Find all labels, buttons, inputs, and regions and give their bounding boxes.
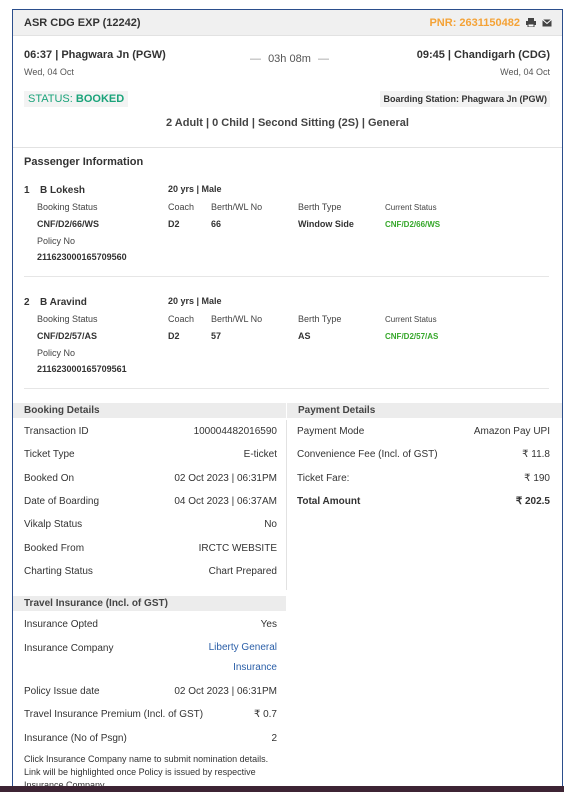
insurance-company-link[interactable]: Liberty General Insurance xyxy=(209,638,277,678)
booked-from-value: IRCTC WEBSITE xyxy=(198,543,277,554)
insurance-psgn-value: 2 xyxy=(271,733,277,744)
berth-no-value: 66 xyxy=(211,219,222,229)
passenger-name: B Aravind xyxy=(40,297,87,308)
berth-no-label: Berth/WL No xyxy=(211,314,263,324)
policy-no-label: Policy No xyxy=(37,348,76,358)
boarding-station: Boarding Station: Phagwara Jn (PGW) xyxy=(380,91,550,107)
departure-date: Wed, 04 Oct xyxy=(24,67,74,77)
berth-type-value: AS xyxy=(298,331,311,341)
berth-type-label: Berth Type xyxy=(298,202,342,212)
status-value: BOOKED xyxy=(75,93,125,105)
journey-duration: — 03h 08m — xyxy=(250,53,329,65)
arrival-time-station: 09:45 | Chandigarh (CDG) xyxy=(416,49,550,61)
policy-issue-date-value: 02 Oct 2023 | 06:31PM xyxy=(174,686,277,697)
payment-mode-value: Amazon Pay UPI xyxy=(473,426,550,437)
passenger-age-gender: 20 yrs | Male xyxy=(168,296,222,306)
policy-no-label: Policy No xyxy=(37,236,76,246)
passenger-divider xyxy=(24,276,549,277)
charting-status-label: Charting Status xyxy=(24,566,93,577)
boarding-date-value: 04 Oct 2023 | 06:37AM xyxy=(174,496,277,507)
payment-mode-label: Payment Mode xyxy=(297,426,365,437)
booking-status-value: CNF/D2/57/AS xyxy=(37,331,98,341)
bottom-bar xyxy=(0,786,564,792)
boarding-date-label: Date of Boarding xyxy=(24,496,100,507)
policy-no-value: 211623000165709561 xyxy=(37,364,127,374)
booking-status-value: CNF/D2/66/WS xyxy=(37,219,100,229)
booking-status-badge: STATUS: BOOKED xyxy=(24,91,128,107)
convenience-fee-label: Convenience Fee (Incl. of GST) xyxy=(297,449,438,460)
berth-type-label: Berth Type xyxy=(298,314,342,324)
ticket-fare-value: ₹ 190 xyxy=(524,473,550,484)
ticket-header: ASR CDG EXP (12242) PNR: 2631150482 xyxy=(13,10,562,36)
coach-label: Coach xyxy=(168,314,195,324)
duration-text: 03h 08m xyxy=(268,53,311,65)
current-status-value: CNF/D2/66/WS xyxy=(385,220,441,229)
current-status-value: CNF/D2/57/AS xyxy=(385,332,439,341)
pnr-area: PNR: 2631150482 xyxy=(429,17,552,29)
envelope-icon[interactable] xyxy=(542,18,552,27)
journey-summary: 06:37 | Phagwara Jn (PGW) Wed, 04 Oct — … xyxy=(13,36,562,82)
train-name: ASR CDG EXP (12242) xyxy=(24,16,141,29)
booking-status-label: Booking Status xyxy=(37,202,98,212)
departure-time-station: 06:37 | Phagwara Jn (PGW) xyxy=(24,49,166,61)
charting-status-value: Chart Prepared xyxy=(208,566,277,577)
insurance-opted-label: Insurance Opted xyxy=(24,619,98,630)
insurance-premium-label: Travel Insurance Premium (Incl. of GST) xyxy=(24,709,204,720)
status-row: STATUS: BOOKED Boarding Station: Phagwar… xyxy=(13,82,562,148)
insurance-psgn-label: Insurance (No of Psgn) xyxy=(24,733,127,744)
convenience-fee-value: ₹ 11.8 xyxy=(522,449,550,460)
current-status-label: Current Status xyxy=(385,315,437,324)
insurance-company-label: Insurance Company xyxy=(24,643,114,654)
passenger-number: 2 xyxy=(24,297,30,308)
passenger-divider xyxy=(24,388,549,389)
berth-no-label: Berth/WL No xyxy=(211,202,263,212)
current-status-label: Current Status xyxy=(385,203,437,212)
pnr-number: 2631150482 xyxy=(459,16,520,29)
insurance-company-line1[interactable]: Liberty General xyxy=(209,642,277,653)
transaction-id-value: 100004482016590 xyxy=(193,426,277,437)
coach-value: D2 xyxy=(168,331,180,341)
vikalp-status-value: No xyxy=(264,519,277,530)
vikalp-status-label: Vikalp Status xyxy=(24,519,83,530)
booking-details-header: Booking Details xyxy=(13,403,286,418)
insurance-company-line2[interactable]: Insurance xyxy=(233,662,277,673)
policy-issue-date-label: Policy Issue date xyxy=(24,686,100,697)
booked-on-value: 02 Oct 2023 | 06:31PM xyxy=(174,473,277,484)
transaction-id-label: Transaction ID xyxy=(24,426,89,437)
pnr-text: PNR: 2631150482 xyxy=(429,17,520,29)
travel-insurance-header: Travel Insurance (Incl. of GST) xyxy=(13,596,286,611)
passenger-info-title: Passenger Information xyxy=(24,156,144,168)
status-label: STATUS: xyxy=(28,93,73,105)
insurance-premium-value: ₹ 0.7 xyxy=(253,709,277,720)
insurance-opted-value: Yes xyxy=(260,619,277,630)
booked-from-label: Booked From xyxy=(24,543,85,554)
ticket-type-value: E-ticket xyxy=(243,449,277,460)
policy-no-value: 211623000165709560 xyxy=(37,252,127,262)
passenger-name: B Lokesh xyxy=(40,185,86,196)
passenger-number: 1 xyxy=(24,185,30,196)
total-amount-label: Total Amount xyxy=(297,496,361,507)
arrival-date: Wed, 04 Oct xyxy=(500,67,550,77)
booking-status-label: Booking Status xyxy=(37,314,98,324)
ticket-card: ASR CDG EXP (12242) PNR: 2631150482 06:3… xyxy=(12,9,563,792)
total-amount-value: ₹ 202.5 xyxy=(515,496,550,507)
column-divider xyxy=(286,420,287,590)
dash-icon: — xyxy=(250,53,261,65)
ticket-fare-label: Ticket Fare: xyxy=(297,473,350,484)
payment-details-header: Payment Details xyxy=(287,403,562,418)
passenger-age-gender: 20 yrs | Male xyxy=(168,184,222,194)
ticket-type-label: Ticket Type xyxy=(24,449,75,460)
printer-icon[interactable] xyxy=(526,18,536,28)
class-info: 2 Adult | 0 Child | Second Sitting (2S) … xyxy=(166,117,409,129)
coach-label: Coach xyxy=(168,202,195,212)
pnr-label: PNR: xyxy=(429,16,457,29)
berth-no-value: 57 xyxy=(211,331,222,341)
booked-on-label: Booked On xyxy=(24,473,75,484)
coach-value: D2 xyxy=(168,219,180,229)
dash-icon: — xyxy=(317,53,329,65)
berth-type-value: Window Side xyxy=(298,219,354,229)
